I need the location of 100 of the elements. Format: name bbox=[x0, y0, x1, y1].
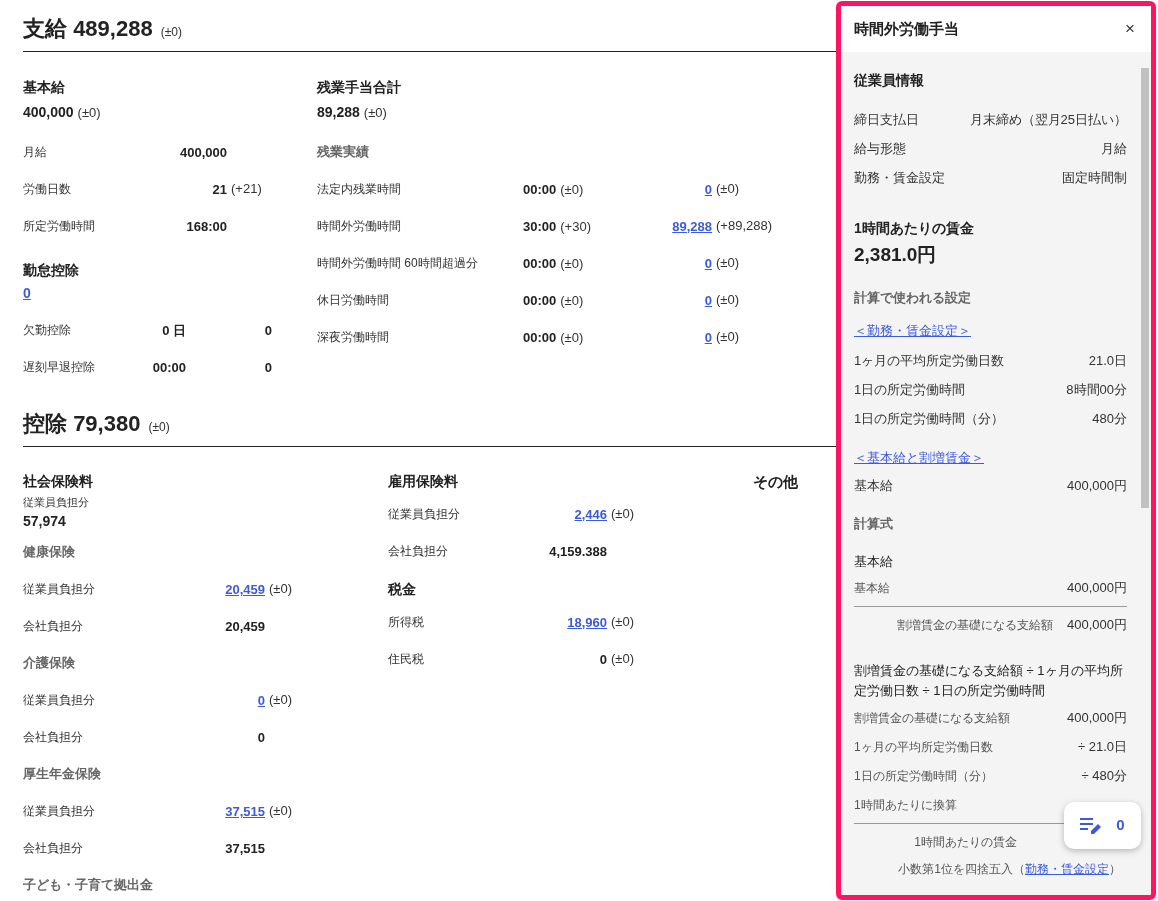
amount-link[interactable]: 0 bbox=[704, 329, 712, 345]
subgroup-title: 健康保険 bbox=[23, 543, 76, 562]
group-title: 社会保険料 bbox=[23, 472, 94, 491]
row-label: 法定内残業時間 bbox=[317, 180, 402, 198]
setting-label: 1時間あたりに換算 bbox=[854, 796, 957, 814]
section-title: 控除 79,380 bbox=[23, 410, 141, 438]
setting-label: 勤務・賃金設定 bbox=[854, 168, 945, 187]
memo-button[interactable]: 0 bbox=[1064, 802, 1141, 849]
setting-label: 1ヶ月の平均所定労働日数 bbox=[854, 352, 1005, 371]
subgroup-title: 介護保険 bbox=[23, 654, 76, 673]
amount-text: 00:00 bbox=[152, 359, 186, 375]
amount-link[interactable]: 0 bbox=[704, 292, 712, 308]
amount-link[interactable]: 18,960 bbox=[567, 614, 607, 630]
formula-title: 基本給 bbox=[854, 552, 894, 571]
amount-link[interactable]: 0 bbox=[23, 285, 31, 301]
row-label: 従業員負担分 bbox=[388, 505, 461, 523]
amount-text: 21 bbox=[212, 181, 227, 197]
difference-text: (±0) bbox=[363, 104, 387, 122]
setting-label: 1日の所定労働時間 bbox=[854, 381, 966, 400]
amount-text: 4,159.388 bbox=[549, 543, 607, 559]
row-label: 月給 bbox=[23, 143, 48, 161]
setting-value: ÷ 480分 bbox=[1081, 766, 1127, 785]
setting-label: 割増賃金の基礎になる支給額 bbox=[854, 709, 1010, 727]
row-label: 従業員負担分 bbox=[23, 495, 90, 510]
setting-value: ÷ 21.0日 bbox=[1077, 737, 1127, 756]
amount-text: 0 bbox=[257, 730, 265, 745]
row-label: 住民税 bbox=[388, 650, 425, 668]
difference-text: (±0) bbox=[611, 504, 635, 523]
setting-label: 基本給 bbox=[854, 579, 890, 597]
setting-value: 8時間00分 bbox=[1066, 381, 1127, 400]
setting-value: 21.0日 bbox=[1088, 352, 1127, 371]
row-label: 時間外労働時間 60時間超過分 bbox=[317, 254, 479, 272]
subgroup-title: 子ども・子育て拠出金 bbox=[23, 876, 154, 895]
row-label: 会社負担分 bbox=[388, 542, 449, 560]
row-label: 会社負担分 bbox=[23, 729, 84, 746]
difference-text: (±0) bbox=[560, 329, 584, 345]
panel-title: 時間外労働手当 bbox=[854, 18, 959, 39]
amount-link[interactable]: 2,446 bbox=[574, 506, 607, 522]
group-title: 残業手当合計 bbox=[317, 78, 402, 97]
amount-text: 400,000 bbox=[23, 103, 74, 122]
setting-label: 給与形態 bbox=[854, 139, 906, 158]
amount-text: 400,000 bbox=[180, 144, 227, 160]
total-value: 400,000円 bbox=[1067, 616, 1127, 635]
setting-value: 400,000円 bbox=[1067, 578, 1127, 597]
setting-value: 月給 bbox=[1101, 139, 1127, 158]
row-label: 従業員負担分 bbox=[23, 803, 96, 820]
amount-text: 168:00 bbox=[186, 218, 227, 234]
difference-text: (+89,288) bbox=[716, 216, 772, 235]
difference-text: (±0) bbox=[269, 802, 293, 821]
amount-link[interactable]: 37,515 bbox=[225, 804, 265, 819]
settings-link[interactable]: 勤務・賃金設定 bbox=[1025, 862, 1109, 876]
amount-link[interactable]: 20,459 bbox=[225, 582, 265, 597]
amount-text: 0 bbox=[599, 651, 607, 667]
amount-text: 89,288 bbox=[317, 103, 360, 122]
setting-value: 固定時間制 bbox=[1062, 168, 1127, 187]
close-button[interactable]: × bbox=[1125, 16, 1135, 42]
formula-title: 割増賃金の基礎になる支給額 ÷ 1ヶ月の平均所定労働日数 ÷ 1日の所定労働時間 bbox=[854, 662, 1124, 700]
difference-text: (+21) bbox=[231, 179, 262, 198]
rounding-note: 小数第1位を四捨五入（勤務・賃金設定） bbox=[898, 861, 1121, 878]
difference-text: (±0) bbox=[611, 612, 635, 631]
row-label: 会社負担分 bbox=[23, 840, 84, 857]
amount-text: 00:00 bbox=[523, 255, 557, 271]
setting-value: 400,000円 bbox=[1067, 476, 1127, 495]
difference-text: (±0) bbox=[269, 691, 293, 710]
group-title: 基本給 bbox=[23, 78, 66, 97]
amount-link[interactable]: 0 bbox=[704, 181, 712, 197]
setting-value: 480分 bbox=[1092, 410, 1127, 429]
group-title: 勤怠控除 bbox=[23, 261, 80, 280]
total-label: 1時間あたりの賃金 bbox=[914, 834, 1017, 851]
row-label: 欠勤控除 bbox=[23, 321, 72, 339]
scrollbar-thumb[interactable] bbox=[1141, 68, 1149, 508]
amount-link[interactable]: 0 bbox=[257, 693, 265, 708]
amount-text: 00:00 bbox=[523, 181, 557, 197]
difference-text: (±0) bbox=[611, 649, 635, 668]
settings-link[interactable]: ＜基本給と割増賃金＞ bbox=[854, 447, 984, 471]
difference-text: (+30) bbox=[560, 218, 591, 234]
row-label: 会社負担分 bbox=[23, 618, 84, 635]
row-label: 遅刻早退控除 bbox=[23, 358, 96, 376]
difference-text: (±0) bbox=[716, 179, 740, 198]
difference-text: (±0) bbox=[560, 181, 584, 197]
edit-list-icon bbox=[1080, 816, 1103, 835]
subgroup-title: 残業実績 bbox=[317, 142, 370, 161]
amount-link[interactable]: 89,288 bbox=[672, 218, 712, 234]
group-title: 税金 bbox=[388, 580, 417, 599]
group-title: 雇用保険料 bbox=[388, 472, 459, 491]
difference-text: (±0) bbox=[77, 104, 101, 122]
amount-link[interactable]: 0 bbox=[704, 255, 712, 271]
row-label: 所定労働時間 bbox=[23, 217, 96, 235]
row-label: 従業員負担分 bbox=[23, 692, 96, 709]
difference-text: (±0) bbox=[716, 290, 740, 309]
settings-link[interactable]: ＜勤務・賃金設定＞ bbox=[854, 321, 971, 347]
amount-text: 00:00 bbox=[523, 329, 557, 345]
amount-text: 0 bbox=[264, 322, 272, 338]
setting-label: 1日の所定労働時間（分） bbox=[854, 410, 1005, 429]
amount-text: 0 bbox=[264, 359, 272, 375]
section-title: 支給 489,288 bbox=[23, 15, 153, 43]
row-label: 従業員負担分 bbox=[23, 581, 96, 598]
difference-text: (±0) bbox=[160, 24, 182, 41]
amount-text: 00:00 bbox=[523, 292, 557, 308]
row-label: 所得税 bbox=[388, 613, 425, 631]
